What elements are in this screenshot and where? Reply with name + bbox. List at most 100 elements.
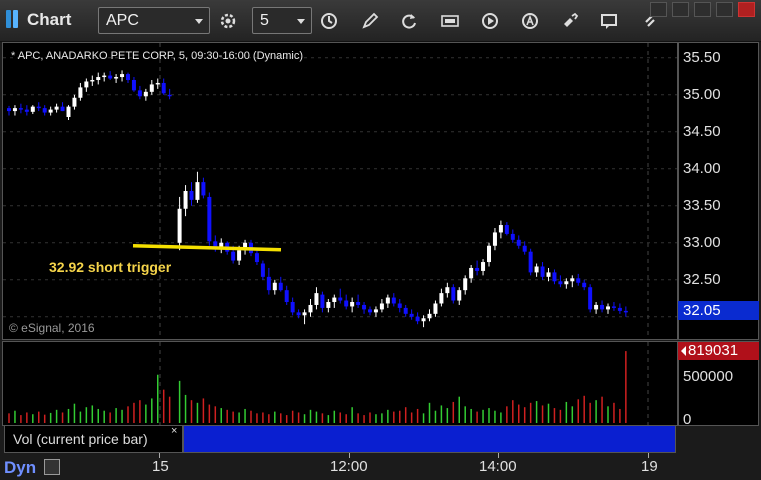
candle-body bbox=[397, 303, 402, 308]
maximize-window-icon[interactable] bbox=[716, 2, 733, 17]
candle-body bbox=[469, 267, 474, 279]
close-icon[interactable]: × bbox=[171, 425, 177, 437]
candle-body bbox=[189, 191, 194, 200]
candle-body bbox=[504, 225, 509, 234]
volume-pane[interactable] bbox=[2, 341, 678, 426]
candle-body bbox=[78, 87, 83, 98]
lock-icon[interactable] bbox=[44, 459, 60, 475]
candle-body bbox=[266, 276, 271, 291]
candle-body bbox=[623, 310, 628, 313]
candle-body bbox=[126, 74, 130, 80]
candle-body bbox=[260, 263, 265, 277]
candle-body bbox=[498, 225, 503, 233]
candle-body bbox=[457, 290, 462, 301]
candle-body bbox=[167, 94, 172, 97]
candle-body bbox=[391, 297, 396, 304]
candle-body bbox=[564, 281, 569, 285]
candle-body bbox=[350, 302, 355, 307]
candle-body bbox=[155, 82, 160, 85]
close-window-icon[interactable] bbox=[738, 2, 755, 17]
symbol-input[interactable]: APC bbox=[98, 7, 210, 34]
candle-body bbox=[415, 316, 420, 322]
candle-body bbox=[576, 278, 581, 283]
candle-body bbox=[284, 290, 289, 302]
candle-body bbox=[237, 250, 242, 261]
candle-body bbox=[308, 304, 313, 313]
candle-body bbox=[272, 282, 277, 291]
clock-icon[interactable] bbox=[315, 7, 343, 34]
price-tick-label: 33.50 bbox=[683, 196, 721, 214]
chart-app-icon bbox=[6, 10, 22, 28]
get-data-icon[interactable] bbox=[436, 7, 464, 34]
candle-body bbox=[54, 106, 59, 110]
candle-body bbox=[231, 251, 236, 261]
candle-body bbox=[409, 313, 414, 317]
chevron-down-icon[interactable] bbox=[195, 19, 203, 24]
candle-body bbox=[373, 309, 378, 313]
candle-body bbox=[131, 80, 136, 91]
candle-body bbox=[108, 75, 113, 79]
candle-body bbox=[510, 233, 515, 240]
comment-icon[interactable] bbox=[595, 7, 623, 34]
candle-body bbox=[30, 106, 35, 112]
candle-body bbox=[314, 293, 319, 305]
candle-body bbox=[439, 293, 444, 304]
interval-select[interactable]: 5 bbox=[252, 7, 312, 34]
price-tick-label: 35.50 bbox=[683, 48, 721, 66]
restore-window-icon[interactable] bbox=[694, 2, 711, 17]
candle-body bbox=[487, 245, 491, 263]
volume-tick: 500000 bbox=[683, 368, 734, 385]
candle-body bbox=[183, 191, 188, 209]
time-mode-label[interactable]: Dyn bbox=[4, 458, 36, 478]
candle-body bbox=[207, 196, 212, 242]
candle-body bbox=[427, 313, 432, 319]
price-tick-label: 33.00 bbox=[683, 233, 721, 251]
candle-body bbox=[552, 272, 557, 282]
tools-icon[interactable] bbox=[556, 7, 584, 34]
candle-body bbox=[60, 106, 65, 112]
candle-body bbox=[149, 84, 154, 92]
candle-body bbox=[356, 302, 361, 305]
candle-body bbox=[195, 182, 200, 200]
candle-body bbox=[421, 318, 426, 322]
candle-body bbox=[302, 312, 307, 316]
time-tick-label: 19 bbox=[641, 458, 658, 475]
candle-body bbox=[120, 74, 125, 78]
candle-body bbox=[546, 272, 551, 277]
candle-body bbox=[338, 297, 343, 301]
candle-body bbox=[558, 281, 563, 285]
candle-body bbox=[102, 75, 107, 78]
candle-body bbox=[522, 245, 527, 252]
volume-legend-bar bbox=[183, 425, 676, 453]
pencil-draw-icon[interactable] bbox=[356, 7, 384, 34]
chevron-down-icon[interactable] bbox=[297, 19, 305, 24]
candle-body bbox=[36, 106, 41, 109]
refresh-icon[interactable] bbox=[395, 7, 423, 34]
minimize-window-icon[interactable] bbox=[672, 2, 689, 17]
candle-body bbox=[368, 309, 372, 313]
candle-body bbox=[12, 108, 17, 112]
price-scale[interactable]: 35.5035.0034.5034.0033.5033.0032.5032.00 bbox=[678, 42, 759, 340]
candle-body bbox=[385, 297, 390, 304]
settings-icon[interactable] bbox=[214, 7, 242, 34]
candle-body bbox=[254, 253, 259, 263]
candle-body bbox=[48, 109, 53, 113]
candle-body bbox=[42, 108, 47, 113]
candle-body bbox=[606, 306, 610, 310]
price-tick-label: 32.50 bbox=[683, 270, 721, 288]
price-chart-pane[interactable]: * APC, ANADARKO PETE CORP, 5, 09:30-16:0… bbox=[2, 42, 678, 340]
candle-body bbox=[7, 108, 11, 112]
alert-icon[interactable] bbox=[516, 7, 544, 34]
candle-body bbox=[492, 232, 497, 246]
copyright-text: © eSignal, 2016 bbox=[9, 321, 95, 335]
play-icon[interactable] bbox=[476, 7, 504, 34]
pin-window-icon[interactable] bbox=[650, 2, 667, 17]
candle-body bbox=[433, 303, 438, 314]
candle-body bbox=[18, 108, 23, 110]
window-title: Chart bbox=[27, 10, 72, 29]
candle-body bbox=[534, 266, 539, 273]
candle-body bbox=[594, 304, 599, 310]
time-tick-label: 15 bbox=[152, 458, 169, 475]
candle-body bbox=[332, 297, 337, 302]
volume-legend[interactable]: Vol (current price bar) bbox=[4, 425, 183, 453]
